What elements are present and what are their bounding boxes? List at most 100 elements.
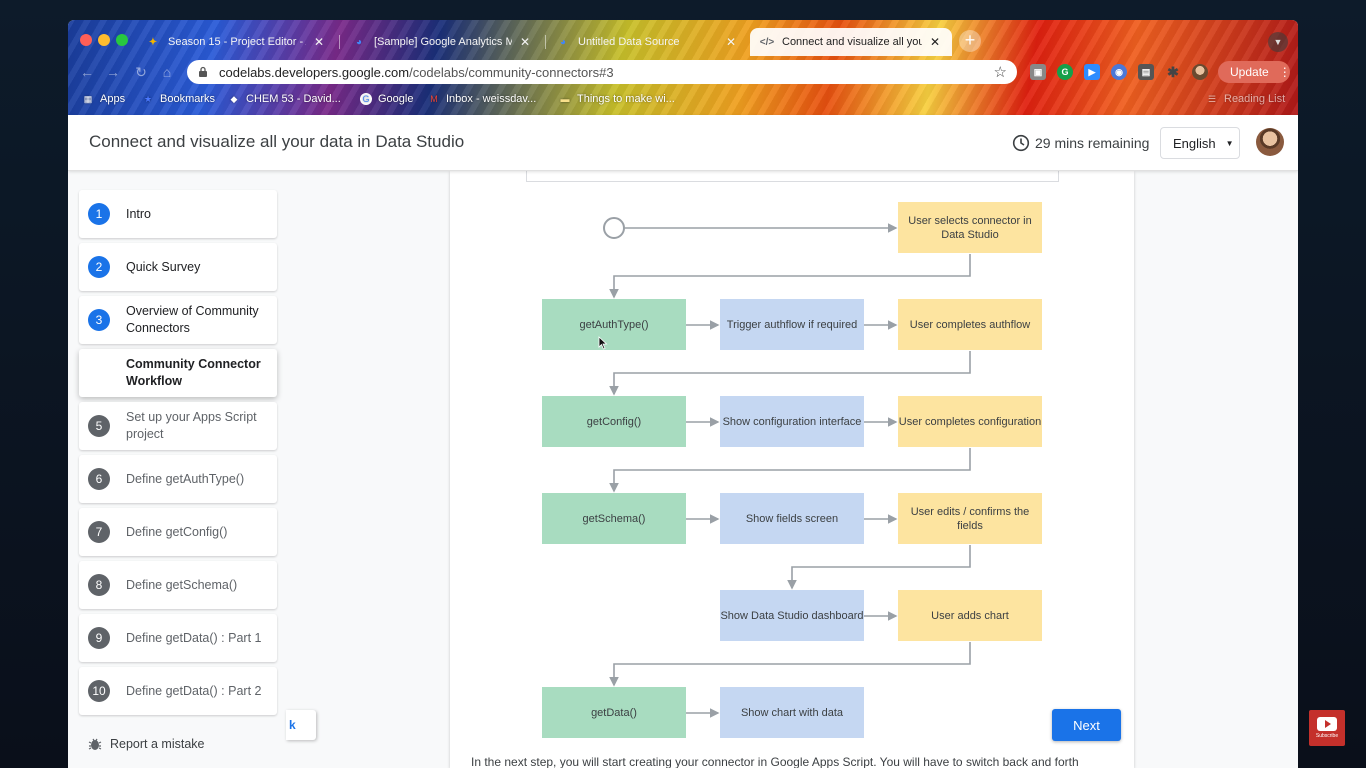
avatar[interactable] bbox=[1256, 128, 1284, 156]
cube-icon: ◆ bbox=[230, 93, 238, 104]
gmail-icon: M bbox=[430, 94, 438, 104]
subscribe-label: Subscribe bbox=[1315, 733, 1339, 739]
url-path: /codelabs/community-connectors#3 bbox=[409, 64, 614, 80]
clock-icon bbox=[1012, 134, 1030, 152]
step-label: Define getSchema() bbox=[126, 577, 238, 592]
flow-node-user-completes-configuration: User completes configuration bbox=[898, 396, 1042, 447]
bug-icon bbox=[88, 738, 102, 750]
bookmark-bookmarks[interactable]: ★ Bookmarks bbox=[142, 90, 215, 108]
tab-title: Season 15 - Project Editor - Ap bbox=[168, 36, 306, 48]
tab-codelab[interactable]: </> Connect and visualize all your ✕ bbox=[750, 28, 952, 56]
step-item[interactable]: 2 Quick Survey bbox=[79, 243, 277, 291]
time-remaining: 29 mins remaining bbox=[1012, 134, 1149, 152]
puzzle-icon[interactable]: ✱ bbox=[1165, 64, 1181, 80]
step-item[interactable]: 7 Define getConfig() bbox=[79, 508, 277, 556]
reading-list[interactable]: ☰ Reading List bbox=[1206, 90, 1285, 108]
step-label: Intro bbox=[126, 206, 152, 221]
tab-title: Untitled Data Source bbox=[578, 36, 680, 48]
feedback-button[interactable]: k bbox=[286, 710, 316, 740]
codelabs-icon: </> bbox=[759, 36, 775, 48]
language-value: English bbox=[1173, 135, 1216, 151]
bookmark-label: Bookmarks bbox=[160, 93, 216, 105]
flow-node-user-completes-authflow: User completes authflow bbox=[898, 299, 1042, 350]
bookmark-apps[interactable]: ▦ Apps bbox=[82, 90, 125, 108]
close-icon[interactable]: ✕ bbox=[928, 35, 942, 49]
flow-node-user-adds-chart: User adds chart bbox=[898, 590, 1042, 641]
step-number: 3 bbox=[88, 309, 110, 331]
step-item[interactable]: 10 Define getData() : Part 2 bbox=[79, 667, 277, 715]
page-title: Connect and visualize all your data in D… bbox=[89, 132, 465, 151]
mouse-cursor-icon bbox=[598, 336, 608, 350]
tab-untitled-data-source[interactable]: ◕ Untitled Data Source ✕ bbox=[546, 28, 748, 56]
maximize-window-button[interactable] bbox=[116, 34, 128, 46]
page-header: Connect and visualize all your data in D… bbox=[68, 115, 1298, 171]
youtube-subscribe-button[interactable]: Subscribe bbox=[1309, 710, 1345, 746]
flow-node-show-chart: Show chart with data bbox=[720, 687, 864, 738]
step-item[interactable]: 1 Intro bbox=[79, 190, 277, 238]
step-item[interactable]: 5 Set up your Apps Script project bbox=[79, 402, 277, 450]
close-icon[interactable]: ✕ bbox=[518, 35, 532, 49]
flow-node-get-schema: getSchema() bbox=[542, 493, 686, 544]
extension-icon[interactable]: ◉ bbox=[1111, 64, 1127, 80]
tab-title: [Sample] Google Analytics Ma bbox=[374, 36, 512, 48]
extension-icon[interactable]: ▤ bbox=[1138, 64, 1154, 80]
step-item[interactable]: 3 Overview of Community Connectors bbox=[79, 296, 277, 344]
step-number: 9 bbox=[88, 627, 110, 649]
step-item[interactable]: 8 Define getSchema() bbox=[79, 561, 277, 609]
report-mistake-label: Report a mistake bbox=[110, 737, 205, 751]
zoom-icon[interactable]: ▶ bbox=[1084, 64, 1100, 80]
grammarly-icon[interactable]: G bbox=[1057, 64, 1073, 80]
home-icon[interactable]: ⌂ bbox=[158, 64, 176, 82]
flow-node-get-auth-type: getAuthType() bbox=[542, 299, 686, 350]
flow-node-show-dashboard: Show Data Studio dashboard bbox=[720, 590, 864, 641]
url-host: codelabs.developers.google.com bbox=[219, 64, 410, 80]
bookmark-things-to-make[interactable]: ▬ Things to make wi... bbox=[559, 90, 675, 108]
extension-icon[interactable]: ▣ bbox=[1030, 64, 1046, 80]
reading-list-icon: ☰ bbox=[1207, 93, 1217, 104]
bookmark-label: Inbox - weissdav... bbox=[446, 93, 537, 105]
dropdown-caret-icon: ▼ bbox=[1225, 138, 1234, 148]
close-window-button[interactable] bbox=[80, 34, 92, 46]
update-label: Update bbox=[1230, 65, 1269, 79]
back-arrow-icon[interactable]: ← bbox=[78, 64, 96, 82]
bookmark-inbox[interactable]: M Inbox - weissdav... bbox=[428, 90, 536, 108]
step-number: 10 bbox=[88, 680, 110, 702]
tab-project-editor[interactable]: ✦ Season 15 - Project Editor - Ap ✕ bbox=[136, 28, 336, 56]
codelab-content: 1 Intro 2 Quick Survey 3 Overview of Communit… bbox=[68, 169, 1298, 768]
close-icon[interactable]: ✕ bbox=[724, 35, 738, 49]
tab-google-analytics[interactable]: ◕ [Sample] Google Analytics Ma ✕ bbox=[342, 28, 542, 56]
next-button[interactable]: Next bbox=[1052, 709, 1121, 741]
close-icon[interactable]: ✕ bbox=[312, 35, 326, 49]
report-mistake-link[interactable]: Report a mistake bbox=[88, 737, 204, 751]
bookmark-star-icon[interactable]: ☆ bbox=[994, 63, 1007, 81]
bookmark-google[interactable]: G Google bbox=[360, 90, 413, 108]
tab-search-icon[interactable]: ▼ bbox=[1268, 32, 1288, 52]
minimize-window-button[interactable] bbox=[98, 34, 110, 46]
step-number: 6 bbox=[88, 468, 110, 490]
reading-list-label: Reading List bbox=[1224, 93, 1286, 105]
apps-grid-icon: ▦ bbox=[83, 93, 93, 104]
forward-arrow-icon[interactable]: → bbox=[104, 64, 122, 82]
new-tab-button[interactable]: + bbox=[959, 30, 981, 52]
step-label: Define getData() : Part 1 bbox=[126, 630, 262, 645]
step-item[interactable]: 4 Community Connector Workflow bbox=[79, 349, 277, 397]
article-panel: User selects connector in Data Studio ge… bbox=[450, 169, 1134, 768]
address-bar[interactable]: codelabs.developers.google.com/codelabs/… bbox=[187, 60, 1017, 84]
language-select[interactable]: English ▼ bbox=[1160, 127, 1240, 159]
step-item[interactable]: 9 Define getData() : Part 1 bbox=[79, 614, 277, 662]
browser-chrome: ✦ Season 15 - Project Editor - Ap ✕ ◕ [S… bbox=[68, 20, 1298, 115]
step-label: Set up your Apps Script project bbox=[126, 410, 257, 441]
bookmark-chem53[interactable]: ◆ CHEM 53 - David... bbox=[228, 90, 341, 108]
project-editor-icon: ✦ bbox=[148, 36, 158, 48]
youtube-play-icon bbox=[1317, 717, 1337, 731]
body-paragraph: In the next step, you will start creatin… bbox=[471, 755, 1079, 768]
step-item[interactable]: 6 Define getAuthType() bbox=[79, 455, 277, 503]
step-number: 4 bbox=[95, 366, 103, 380]
step-label: Define getConfig() bbox=[126, 524, 228, 539]
update-button[interactable]: Update ⋮ bbox=[1218, 61, 1291, 83]
google-g-icon: G bbox=[360, 93, 372, 105]
folder-icon: ▬ bbox=[560, 94, 570, 104]
tab-title: Connect and visualize all your bbox=[782, 36, 922, 48]
reload-icon[interactable]: ↻ bbox=[132, 64, 150, 82]
profile-avatar-icon[interactable] bbox=[1192, 64, 1208, 80]
